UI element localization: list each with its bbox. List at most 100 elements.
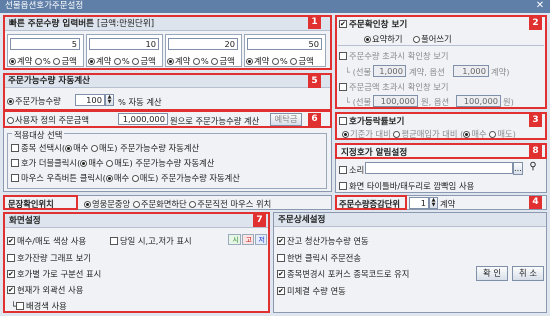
radio-icon[interactable]: [271, 58, 279, 65]
radio-icon[interactable]: [132, 58, 140, 65]
exceed-amt-row: └ (선물: [345, 97, 372, 107]
close-icon[interactable]: ✕: [534, 1, 546, 12]
radio-icon[interactable]: [113, 58, 121, 65]
apply-row-1: 종목 선택시(매수 매도) 주문가능수량 자동계산: [11, 142, 199, 154]
radio-icon[interactable]: [463, 131, 471, 138]
alert-popup: 화면 타이틀바/태두리로 깜빡임 사용: [339, 180, 474, 192]
rate-avg-label: 평균매입가 대비: [401, 129, 458, 139]
qty-step-spinner[interactable]: ▲ ▼: [429, 197, 438, 209]
browse-button[interactable]: ...: [513, 162, 523, 175]
radio-icon[interactable]: [167, 58, 174, 65]
radio-icon[interactable]: [413, 36, 421, 43]
exceed-qty-label: 주문수량 초과시 확인창 보기: [349, 51, 449, 61]
checkbox-icon[interactable]: [16, 302, 24, 310]
futures-amt-input[interactable]: 100,000: [373, 95, 418, 107]
checkbox-icon[interactable]: [339, 182, 347, 190]
radio-icon[interactable]: [290, 58, 298, 65]
radio-icon[interactable]: [84, 201, 91, 208]
pos-mouse-label: 주문직전 마우스 위치: [197, 199, 272, 209]
go-swatch[interactable]: 고: [242, 234, 254, 245]
ok-button[interactable]: 확 인: [476, 266, 508, 281]
buysell-color-label: 매수/매도 색상 사용: [17, 236, 87, 246]
quick-unit-radios-2[interactable]: 계약 % 금액: [88, 55, 156, 67]
radio-icon[interactable]: [211, 58, 219, 65]
radio-icon[interactable]: [90, 145, 98, 152]
checkbox-icon[interactable]: [11, 144, 19, 152]
radio-icon[interactable]: [393, 131, 401, 138]
checkbox-icon[interactable]: [110, 237, 118, 245]
radio-icon[interactable]: [9, 58, 16, 65]
radio-icon[interactable]: [34, 58, 42, 65]
quick-qty-input-1[interactable]: 5: [10, 38, 80, 50]
radio-icon[interactable]: [80, 160, 88, 167]
options-amt-input[interactable]: 100,000: [456, 95, 501, 107]
apply-row-suffix: 주문가능수량 자동계산: [120, 143, 200, 153]
checkbox-icon[interactable]: [11, 174, 19, 182]
radio-icon[interactable]: [88, 58, 95, 65]
radio-icon[interactable]: [7, 98, 14, 105]
quick-unit-radios-3[interactable]: 계약 % 금액: [167, 55, 235, 67]
quick-qty-input-4[interactable]: 50: [247, 38, 322, 50]
checkbox-icon[interactable]: [277, 270, 285, 278]
checkbox-icon[interactable]: [339, 20, 347, 28]
radio-icon[interactable]: [189, 201, 197, 208]
radio-icon[interactable]: [53, 58, 61, 65]
badge-6: 6: [308, 113, 321, 126]
checkbox-icon[interactable]: [277, 237, 285, 245]
checkbox-icon[interactable]: [7, 254, 15, 262]
radio-icon[interactable]: [192, 58, 200, 65]
checkbox-icon[interactable]: [339, 52, 347, 60]
checkbox-icon[interactable]: [339, 83, 347, 91]
checkbox-icon[interactable]: [7, 237, 15, 245]
opt-amount-label: 금액: [61, 56, 77, 66]
remain-graph-check: 호가잔량 그래프 보기: [7, 252, 91, 264]
apply-row-suffix: 주문가능수량 자동계산: [135, 158, 215, 168]
radio-icon[interactable]: [106, 160, 114, 167]
cancel-button[interactable]: 취 소: [512, 266, 544, 281]
radio-icon[interactable]: [7, 117, 14, 124]
jeo-swatch[interactable]: 저: [255, 234, 267, 245]
buy-label: 매수: [113, 173, 130, 183]
si-swatch[interactable]: 시: [228, 234, 241, 245]
order-pct-input[interactable]: 100: [75, 94, 105, 106]
exceed-amt-label: 주문금액 초과시 확인창 보기: [349, 82, 449, 92]
quick-unit-radios-1[interactable]: 계약 % 금액: [9, 55, 77, 67]
quick-qty-input-2[interactable]: 10: [89, 38, 159, 50]
radio-icon[interactable]: [105, 175, 113, 182]
radio-icon[interactable]: [132, 201, 140, 208]
sound-file-input[interactable]: [365, 162, 513, 174]
checkbox-icon[interactable]: [339, 117, 347, 125]
search-icon[interactable]: ⚲: [526, 161, 540, 174]
badge-3: 3: [529, 114, 542, 127]
order-pct-spinner[interactable]: ▲ ▼: [105, 94, 114, 106]
radio-icon[interactable]: [342, 131, 349, 138]
user-amount-input[interactable]: 1,000,000: [118, 113, 168, 125]
radio-icon[interactable]: [364, 36, 371, 43]
buy-label: 매수: [73, 143, 89, 153]
quick-order-header: 빠른 주문수량 입력버튼 [금액:만원단위]: [5, 17, 330, 31]
checkbox-icon[interactable]: [7, 270, 15, 278]
quick-unit-radios-4[interactable]: 계약 % 금액: [246, 55, 314, 67]
border-check: 현재가 외곽선 사용: [7, 284, 83, 296]
apply-row-label: 호가 더블클릭시: [21, 158, 78, 168]
futures-qty-input[interactable]: 1,000: [373, 65, 406, 77]
radio-icon[interactable]: [65, 145, 73, 152]
deposit-button[interactable]: 예탁금: [270, 113, 302, 126]
checkbox-icon[interactable]: [339, 166, 347, 174]
amt-mid-label: 원, 옵션: [421, 97, 450, 107]
radio-icon[interactable]: [246, 58, 253, 65]
radio-icon[interactable]: [131, 175, 139, 182]
checkbox-icon[interactable]: [11, 159, 19, 167]
separator-check: 호가별 가로 구분선 표시: [7, 268, 101, 280]
qty-step-input[interactable]: 1: [409, 197, 429, 209]
checkbox-icon[interactable]: [277, 287, 285, 295]
checkbox-icon[interactable]: [7, 286, 15, 294]
radio-icon[interactable]: [489, 131, 497, 138]
opt-pct-label: %: [279, 56, 288, 66]
detail-check-3: 종목변경시 포커스 종목코드로 유지: [277, 268, 409, 280]
opt-count-label: 계약: [96, 56, 112, 66]
checkbox-icon[interactable]: [277, 254, 285, 262]
options-qty-input[interactable]: 1,000: [453, 65, 489, 77]
quick-qty-input-3[interactable]: 20: [168, 38, 238, 50]
opt-amount-label: 금액: [298, 56, 314, 66]
